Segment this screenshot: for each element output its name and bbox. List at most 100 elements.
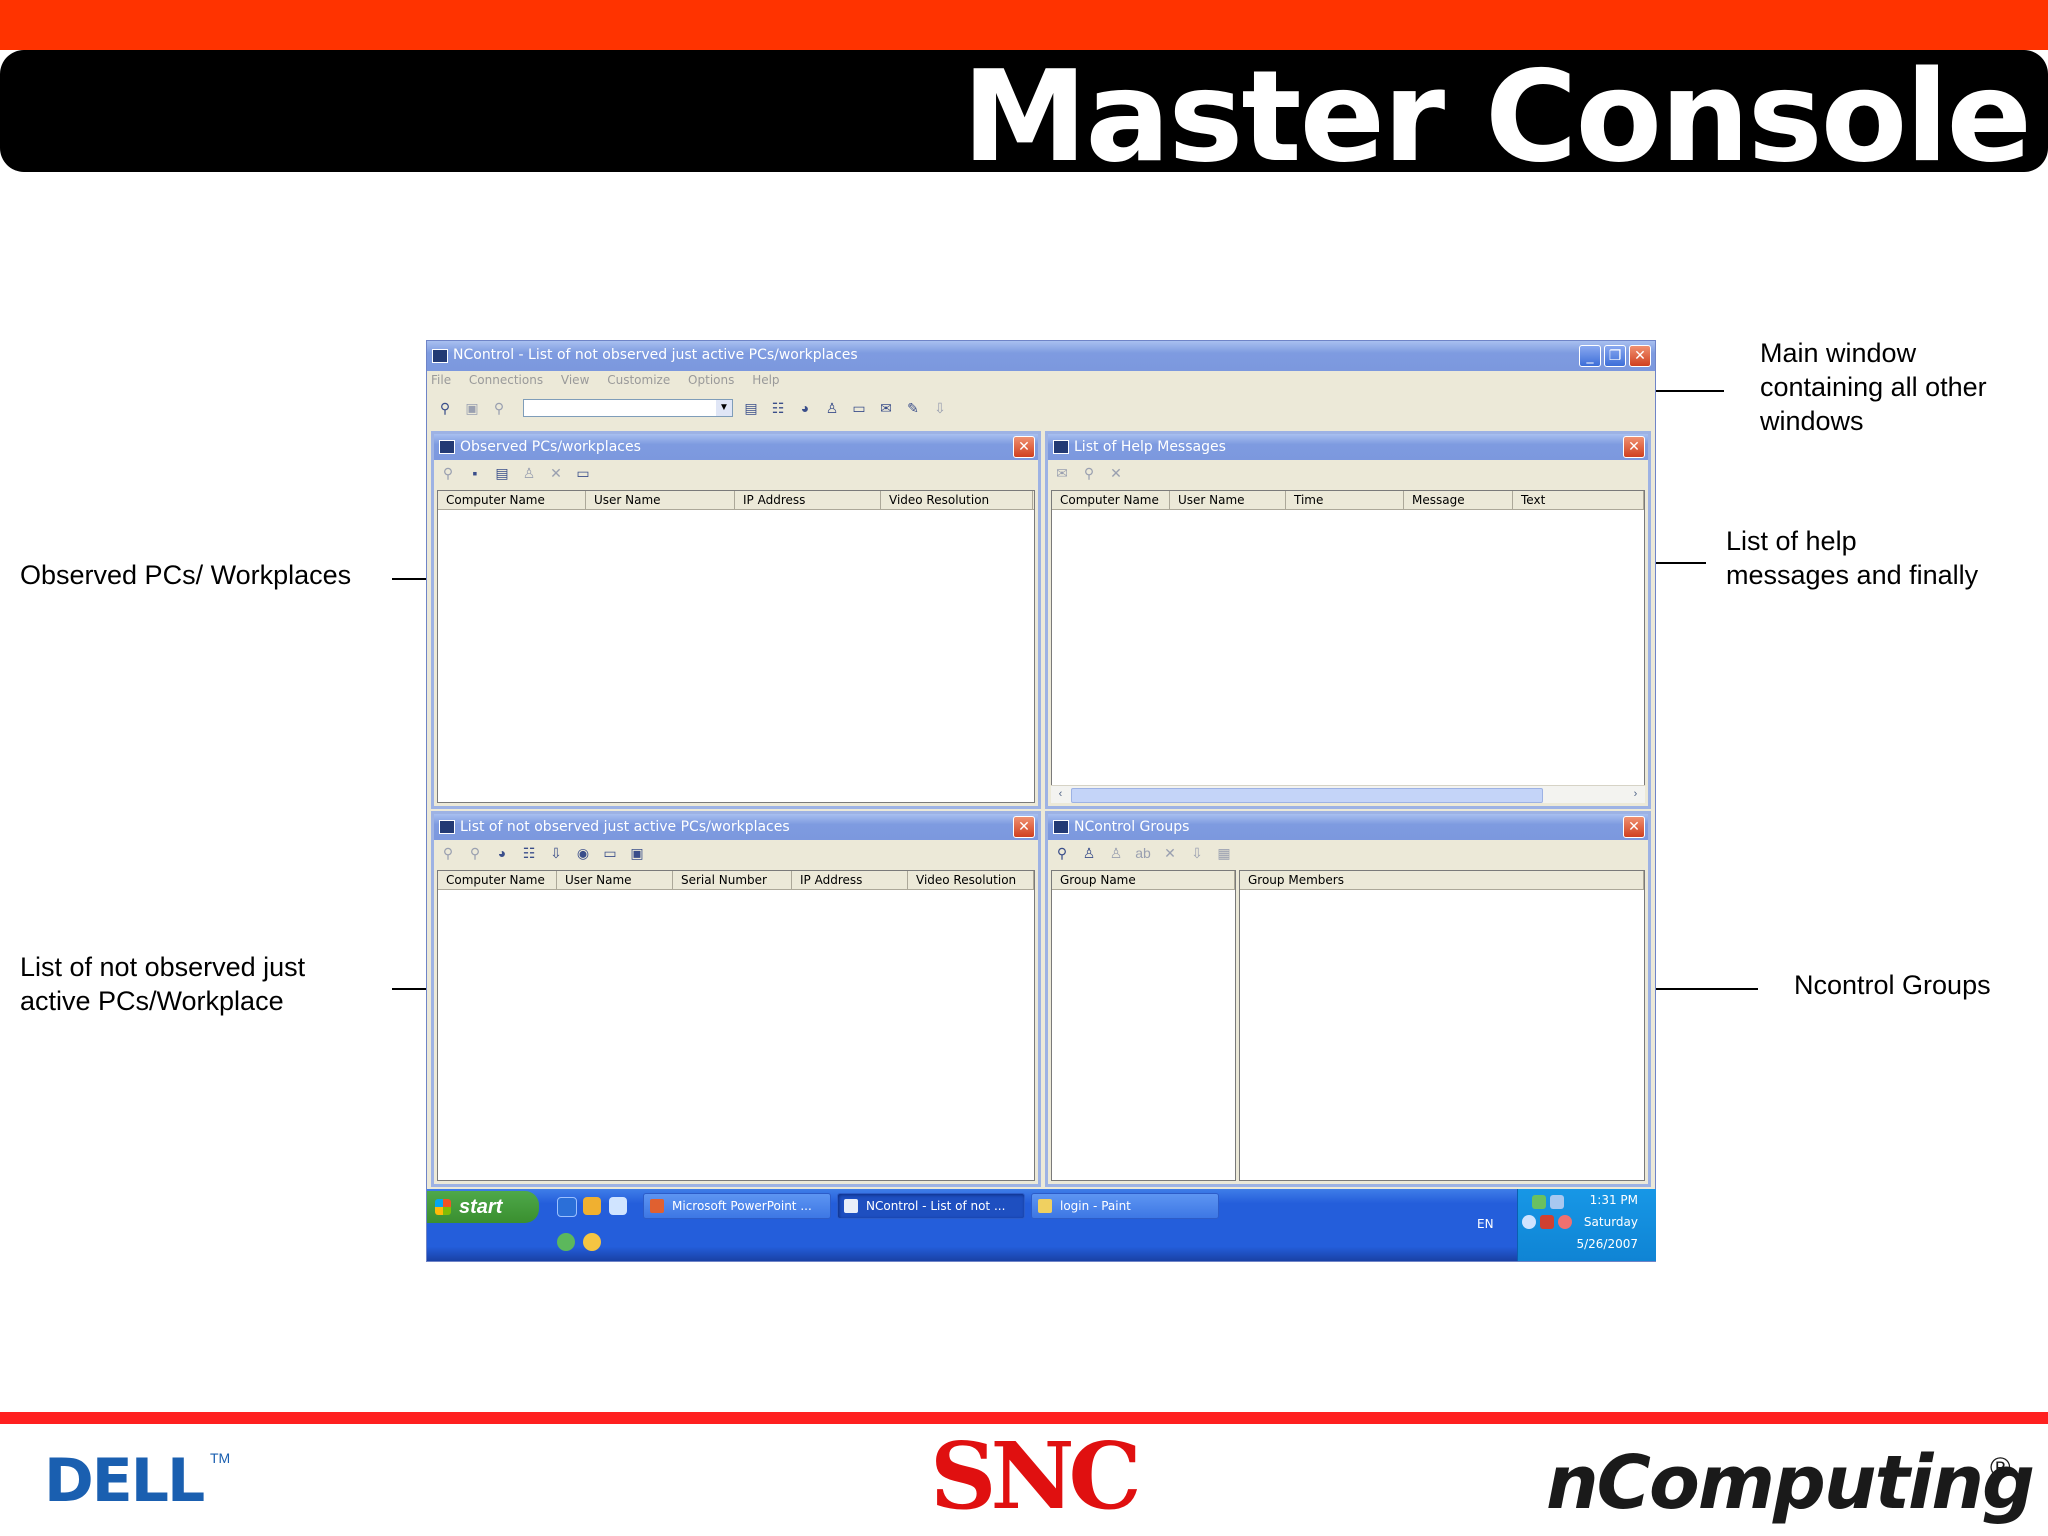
alert-icon[interactable]: [1558, 1215, 1572, 1229]
binoculars-icon[interactable]: ⚲: [435, 399, 455, 417]
task-powerpoint[interactable]: Microsoft PowerPoint ...: [643, 1193, 831, 1219]
monitor-icon[interactable]: ▭: [573, 464, 593, 482]
not-observed-pane-close-button[interactable]: ✕: [1013, 816, 1035, 838]
globe-icon[interactable]: ◕: [492, 844, 512, 862]
internet-explorer-icon[interactable]: [557, 1197, 577, 1217]
task-paint[interactable]: login - Paint: [1031, 1193, 1219, 1219]
security-shield-icon[interactable]: [1540, 1215, 1554, 1229]
column-ip-address[interactable]: IP Address: [735, 491, 881, 509]
column-ip-address[interactable]: IP Address: [792, 871, 908, 889]
disconnect-icon[interactable]: ▣: [627, 844, 647, 862]
download-icon[interactable]: ⇩: [1187, 844, 1207, 862]
find-icon[interactable]: ⚲: [465, 844, 485, 862]
monitor-icon[interactable]: ▭: [600, 844, 620, 862]
sound-icon[interactable]: ◉: [573, 844, 593, 862]
binoculars-icon[interactable]: ⚲: [438, 844, 458, 862]
language-indicator[interactable]: EN: [1477, 1217, 1494, 1231]
monitor-icon[interactable]: ▭: [849, 399, 869, 417]
table-icon[interactable]: ▦: [1214, 844, 1234, 862]
help-pane-titlebar[interactable]: List of Help Messages ✕: [1048, 434, 1648, 460]
observed-pane-titlebar[interactable]: Observed PCs/workplaces ✕: [434, 434, 1038, 460]
media-player-icon[interactable]: [609, 1197, 627, 1215]
task-ncontrol[interactable]: NControl - List of not ...: [837, 1193, 1025, 1219]
column-serial-number[interactable]: Serial Number: [673, 871, 792, 889]
menu-view[interactable]: View: [561, 373, 589, 387]
settings-icon[interactable]: ☷: [768, 399, 788, 417]
save-icon[interactable]: ▪: [465, 464, 485, 482]
delete-icon[interactable]: ✕: [1160, 844, 1180, 862]
chevron-down-icon[interactable]: ▼: [716, 400, 732, 416]
scrollbar-thumb[interactable]: [1071, 788, 1543, 803]
column-group-members[interactable]: Group Members: [1240, 871, 1644, 889]
download-icon[interactable]: ⇩: [546, 844, 566, 862]
ncomputing-logo: nComputing: [1546, 1440, 2035, 1526]
binoculars-icon[interactable]: ⚲: [1079, 464, 1099, 482]
menu-file[interactable]: File: [431, 373, 451, 387]
not-observed-pane-titlebar[interactable]: List of not observed just active PCs/wor…: [434, 814, 1038, 840]
monitor-icon[interactable]: [1550, 1195, 1564, 1209]
rename-icon[interactable]: ab: [1133, 844, 1153, 862]
column-computer-name[interactable]: Computer Name: [1052, 491, 1170, 509]
message-icon: [1053, 440, 1069, 454]
delete-icon[interactable]: ✕: [1106, 464, 1126, 482]
observed-pane-close-button[interactable]: ✕: [1013, 436, 1035, 458]
column-user-name[interactable]: User Name: [1170, 491, 1286, 509]
help-pane-close-button[interactable]: ✕: [1623, 436, 1645, 458]
column-video-resolution[interactable]: Video Resolution: [908, 871, 1034, 889]
main-window-titlebar[interactable]: NControl - List of not observed just act…: [427, 341, 1655, 371]
menu-connections[interactable]: Connections: [469, 373, 543, 387]
horizontal-scrollbar[interactable]: ‹ ›: [1051, 785, 1645, 803]
binoculars-icon[interactable]: ⚲: [438, 464, 458, 482]
delete-icon[interactable]: ✕: [546, 464, 566, 482]
column-text[interactable]: Text: [1513, 491, 1644, 509]
download-icon[interactable]: ⇩: [930, 399, 950, 417]
clock-time[interactable]: 1:31 PM: [1590, 1193, 1638, 1207]
connect-icon[interactable]: ▤: [492, 464, 512, 482]
column-message[interactable]: Message: [1404, 491, 1513, 509]
scroll-left-icon[interactable]: ‹: [1053, 787, 1068, 802]
column-group-name[interactable]: Group Name: [1052, 871, 1235, 889]
not-observed-list[interactable]: Computer Name User Name Serial Number IP…: [437, 870, 1035, 1181]
menu-help[interactable]: Help: [752, 373, 779, 387]
chevron-left-icon[interactable]: [1522, 1215, 1536, 1229]
ncontrol-groups-pane: NControl Groups ✕ ⚲ ♙ ♙ ab ✕ ⇩ ▦ Group Name Gr…: [1045, 811, 1651, 1187]
add-group-icon[interactable]: ♙: [1106, 844, 1126, 862]
restore-button[interactable]: ❐: [1604, 345, 1626, 367]
messenger-icon[interactable]: [557, 1233, 575, 1251]
globe-icon[interactable]: ◕: [795, 399, 815, 417]
settings-icon[interactable]: ☷: [519, 844, 539, 862]
menu-options[interactable]: Options: [688, 373, 734, 387]
toolbar-combo-box[interactable]: ▼: [523, 399, 733, 417]
column-time[interactable]: Time: [1286, 491, 1404, 509]
groups-pane-titlebar[interactable]: NControl Groups ✕: [1048, 814, 1648, 840]
menu-customize[interactable]: Customize: [607, 373, 670, 387]
group-members-list[interactable]: Group Members: [1239, 870, 1645, 1181]
column-user-name[interactable]: User Name: [586, 491, 735, 509]
properties-icon[interactable]: ▤: [741, 399, 761, 417]
column-computer-name[interactable]: Computer Name: [438, 491, 586, 509]
user-icon[interactable]: ♙: [519, 464, 539, 482]
minimize-button[interactable]: _: [1579, 345, 1601, 367]
binoculars-icon[interactable]: ⚲: [1052, 844, 1072, 862]
group-icon[interactable]: ♙: [822, 399, 842, 417]
network-icon[interactable]: [1532, 1195, 1546, 1209]
chrome-icon[interactable]: [583, 1233, 601, 1251]
find-icon[interactable]: ⚲: [489, 399, 509, 417]
group-name-list[interactable]: Group Name: [1051, 870, 1236, 1181]
message-icon[interactable]: ✉: [1052, 464, 1072, 482]
group-icon[interactable]: ♙: [1079, 844, 1099, 862]
close-button[interactable]: ✕: [1629, 345, 1651, 367]
observed-list[interactable]: Computer Name User Name IP Address Video…: [437, 490, 1035, 803]
column-user-name[interactable]: User Name: [557, 871, 673, 889]
message-icon[interactable]: ✉: [876, 399, 896, 417]
edit-icon[interactable]: ✎: [903, 399, 923, 417]
outlook-icon[interactable]: [583, 1197, 601, 1215]
start-button[interactable]: start: [427, 1191, 539, 1223]
groups-pane-close-button[interactable]: ✕: [1623, 816, 1645, 838]
connect-icon[interactable]: ▣: [462, 399, 482, 417]
column-video-resolution[interactable]: Video Resolution: [881, 491, 1033, 509]
column-computer-name[interactable]: Computer Name: [438, 871, 557, 889]
main-window-title: NControl - List of not observed just act…: [453, 347, 858, 363]
help-messages-list[interactable]: Computer Name User Name Time Message Tex…: [1051, 490, 1645, 803]
scroll-right-icon[interactable]: ›: [1628, 787, 1643, 802]
